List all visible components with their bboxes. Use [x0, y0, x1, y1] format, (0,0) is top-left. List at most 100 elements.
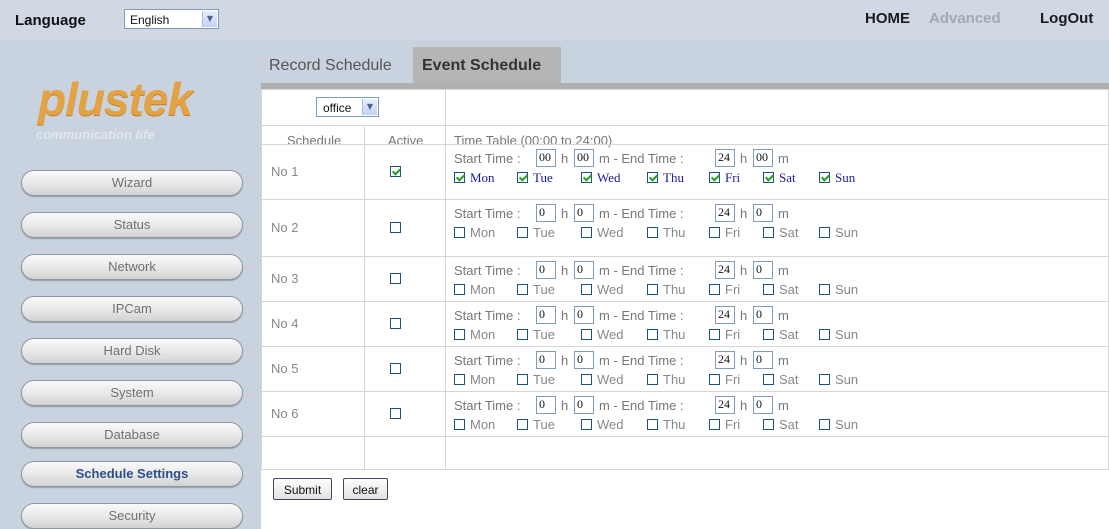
start-minute-input[interactable]: 0 — [574, 351, 594, 369]
end-hour-input[interactable]: 24 — [715, 261, 735, 279]
end-hour-input[interactable]: 24 — [715, 149, 735, 167]
day-checkbox[interactable] — [819, 419, 830, 430]
end-hour-input[interactable]: 24 — [715, 351, 735, 369]
day-option-sun[interactable]: Sun — [819, 417, 877, 433]
day-option-mon[interactable]: Mon — [454, 225, 512, 241]
day-checkbox[interactable] — [581, 374, 592, 385]
day-option-mon[interactable]: Mon — [454, 417, 512, 433]
day-checkbox[interactable] — [647, 374, 658, 385]
day-checkbox[interactable] — [517, 227, 528, 238]
day-option-thu[interactable]: Thu — [647, 170, 705, 186]
start-hour-input[interactable]: 0 — [536, 204, 556, 222]
day-option-fri[interactable]: Fri — [709, 225, 767, 241]
day-option-fri[interactable]: Fri — [709, 282, 767, 298]
day-option-sun[interactable]: Sun — [819, 372, 877, 388]
day-option-sat[interactable]: Sat — [763, 372, 821, 388]
day-checkbox[interactable] — [517, 329, 528, 340]
sidebar-item-security[interactable]: Security — [21, 503, 243, 529]
end-minute-input[interactable]: 0 — [753, 351, 773, 369]
chevron-down-icon[interactable]: ▼ — [202, 11, 217, 27]
day-checkbox[interactable] — [647, 419, 658, 430]
day-checkbox[interactable] — [709, 172, 720, 183]
day-checkbox[interactable] — [647, 284, 658, 295]
day-checkbox[interactable] — [454, 284, 465, 295]
day-option-wed[interactable]: Wed — [581, 225, 639, 241]
day-checkbox[interactable] — [709, 284, 720, 295]
day-checkbox[interactable] — [647, 329, 658, 340]
day-option-tue[interactable]: Tue — [517, 225, 575, 241]
active-checkbox[interactable] — [390, 221, 401, 233]
day-option-sun[interactable]: Sun — [819, 225, 877, 241]
end-minute-input[interactable]: 0 — [753, 306, 773, 324]
active-checkbox[interactable] — [390, 407, 401, 419]
day-option-sun[interactable]: Sun — [819, 170, 877, 186]
active-checkbox[interactable] — [390, 362, 401, 374]
day-option-sun[interactable]: Sun — [819, 282, 877, 298]
day-checkbox[interactable] — [454, 419, 465, 430]
sidebar-item-database[interactable]: Database — [21, 422, 243, 448]
day-option-tue[interactable]: Tue — [517, 417, 575, 433]
end-minute-input[interactable]: 0 — [753, 396, 773, 414]
day-option-fri[interactable]: Fri — [709, 372, 767, 388]
day-option-sat[interactable]: Sat — [763, 417, 821, 433]
end-minute-input[interactable]: 0 — [753, 204, 773, 222]
end-hour-input[interactable]: 24 — [715, 306, 735, 324]
start-hour-input[interactable]: 0 — [536, 396, 556, 414]
start-minute-input[interactable]: 0 — [574, 306, 594, 324]
day-option-fri[interactable]: Fri — [709, 327, 767, 343]
day-checkbox[interactable] — [709, 419, 720, 430]
end-hour-input[interactable]: 24 — [715, 204, 735, 222]
day-checkbox[interactable] — [517, 374, 528, 385]
day-checkbox[interactable] — [517, 172, 528, 183]
day-option-thu[interactable]: Thu — [647, 282, 705, 298]
day-checkbox[interactable] — [454, 329, 465, 340]
start-minute-input[interactable]: 0 — [574, 396, 594, 414]
sidebar-item-wizard[interactable]: Wizard — [21, 170, 243, 196]
day-option-thu[interactable]: Thu — [647, 372, 705, 388]
day-option-mon[interactable]: Mon — [454, 170, 512, 186]
day-checkbox[interactable] — [819, 227, 830, 238]
day-checkbox[interactable] — [581, 227, 592, 238]
sidebar-item-ipcam[interactable]: IPCam — [21, 296, 243, 322]
day-option-wed[interactable]: Wed — [581, 327, 639, 343]
advanced-link[interactable]: Advanced — [929, 10, 1001, 27]
day-checkbox[interactable] — [819, 172, 830, 183]
day-option-thu[interactable]: Thu — [647, 417, 705, 433]
day-checkbox[interactable] — [517, 284, 528, 295]
day-option-sat[interactable]: Sat — [763, 225, 821, 241]
day-option-wed[interactable]: Wed — [581, 170, 639, 186]
sidebar-item-status[interactable]: Status — [21, 212, 243, 238]
submit-button[interactable]: Submit — [273, 478, 332, 500]
start-hour-input[interactable]: 00 — [536, 149, 556, 167]
tab-event-schedule[interactable]: Event Schedule — [413, 47, 561, 83]
day-checkbox[interactable] — [581, 419, 592, 430]
start-hour-input[interactable]: 0 — [536, 351, 556, 369]
active-checkbox[interactable] — [390, 272, 401, 284]
end-minute-input[interactable]: 00 — [753, 149, 773, 167]
day-checkbox[interactable] — [763, 172, 774, 183]
day-option-mon[interactable]: Mon — [454, 282, 512, 298]
day-option-fri[interactable]: Fri — [709, 417, 767, 433]
start-hour-input[interactable]: 0 — [536, 261, 556, 279]
day-option-sat[interactable]: Sat — [763, 327, 821, 343]
end-minute-input[interactable]: 0 — [753, 261, 773, 279]
day-checkbox[interactable] — [517, 419, 528, 430]
day-option-thu[interactable]: Thu — [647, 225, 705, 241]
clear-button[interactable]: clear — [343, 478, 388, 500]
day-option-sat[interactable]: Sat — [763, 282, 821, 298]
day-option-tue[interactable]: Tue — [517, 282, 575, 298]
day-checkbox[interactable] — [763, 227, 774, 238]
sidebar-item-network[interactable]: Network — [21, 254, 243, 280]
day-checkbox[interactable] — [454, 374, 465, 385]
day-checkbox[interactable] — [763, 374, 774, 385]
day-option-wed[interactable]: Wed — [581, 372, 639, 388]
day-checkbox[interactable] — [819, 284, 830, 295]
day-checkbox[interactable] — [454, 172, 465, 183]
day-checkbox[interactable] — [709, 374, 720, 385]
start-minute-input[interactable]: 0 — [574, 204, 594, 222]
start-hour-input[interactable]: 0 — [536, 306, 556, 324]
day-checkbox[interactable] — [819, 329, 830, 340]
home-link[interactable]: HOME — [865, 10, 910, 27]
start-minute-input[interactable]: 0 — [574, 261, 594, 279]
day-option-mon[interactable]: Mon — [454, 372, 512, 388]
